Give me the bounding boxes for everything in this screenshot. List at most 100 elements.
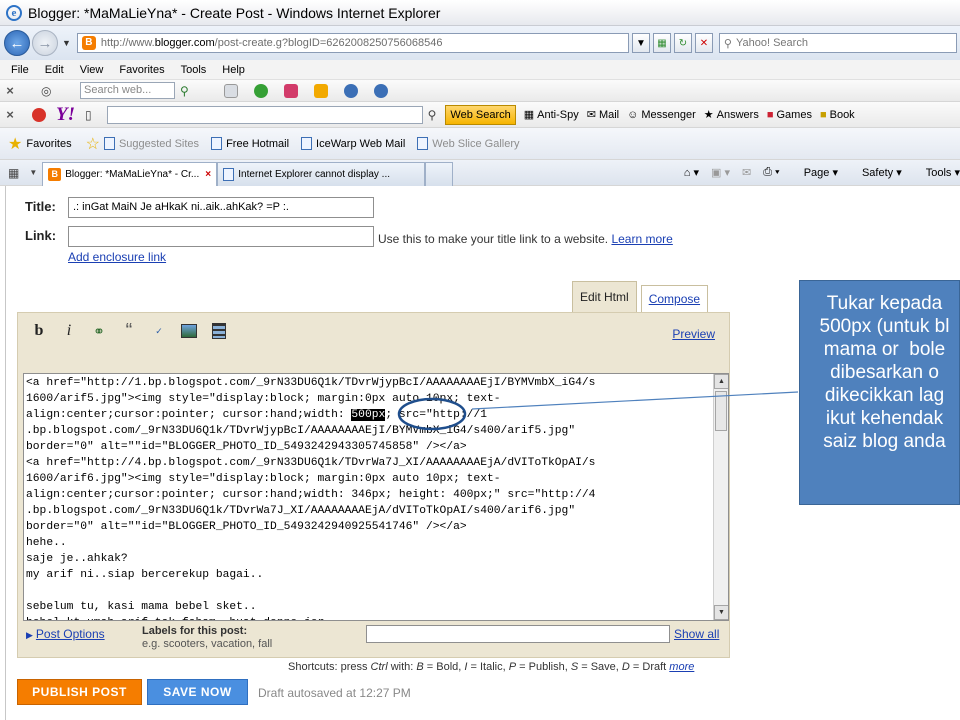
- answers-button[interactable]: ★ Answers: [704, 108, 759, 122]
- yahoo-logo-icon[interactable]: Y!: [56, 104, 75, 126]
- toolbar-search-input[interactable]: Search web...: [80, 82, 175, 99]
- back-button[interactable]: ←: [4, 30, 30, 56]
- safety-menu[interactable]: Safety ▾: [850, 166, 902, 179]
- link-label: Link:: [25, 228, 57, 243]
- tab-blogger[interactable]: B Blogger: *MaMaLieYna* - Cr... ×: [42, 161, 218, 186]
- address-bar: ← → ▼ B http://www. blogger.com/post-crea…: [0, 26, 960, 60]
- bookmarks-button[interactable]: ■ Book: [820, 109, 855, 121]
- learn-more-link[interactable]: Learn more: [611, 232, 672, 246]
- tab-list-icon[interactable]: ▼: [29, 168, 37, 177]
- compatibility-view-icon[interactable]: ▦: [652, 33, 671, 53]
- forward-button[interactable]: →: [32, 30, 58, 56]
- read-mail-icon[interactable]: ✉: [742, 166, 751, 179]
- browser-search-input[interactable]: ⚲ Yahoo! Search: [718, 33, 957, 53]
- stop-icon[interactable]: ✕: [694, 33, 713, 53]
- editor-mode-tabs: Edit Html Compose: [572, 281, 709, 313]
- menu-favorites[interactable]: Favorites: [119, 64, 164, 76]
- link-input[interactable]: [68, 226, 374, 247]
- mail-label: Mail: [598, 108, 620, 121]
- page-menu-label: Page: [803, 167, 830, 179]
- toolbar-add-icon[interactable]: [253, 83, 268, 98]
- add-favorite-icon[interactable]: ☆: [86, 134, 100, 154]
- shortcuts-ctrl: Ctrl: [370, 661, 388, 673]
- shortcuts-more-link[interactable]: more: [669, 661, 694, 673]
- tools-menu[interactable]: Tools ▾: [914, 166, 960, 179]
- close-toolbar-icon[interactable]: ×: [0, 83, 20, 98]
- window-title-bar: e Blogger: *MaMaLieYna* - Create Post - …: [0, 0, 960, 26]
- post-options-toggle[interactable]: ▶ Post Options: [26, 627, 105, 641]
- editor-toolbar: b i ⚭ “ ✓: [28, 320, 238, 342]
- toolbar-search-icon[interactable]: ⚲: [180, 84, 189, 98]
- tab-edit-html[interactable]: Edit Html: [572, 281, 637, 313]
- publish-post-button[interactable]: PUBLISH POST: [17, 679, 142, 705]
- web-search-button[interactable]: Web Search: [445, 104, 516, 125]
- url-field[interactable]: B http://www. blogger.com/post-create.g?b…: [76, 33, 629, 53]
- shortcut-italic: = Italic,: [467, 661, 509, 673]
- scroll-down-icon[interactable]: ▼: [714, 605, 728, 620]
- favorites-button[interactable]: Favorites: [26, 138, 71, 150]
- games-button[interactable]: ■ Games: [767, 109, 812, 121]
- scroll-thumb[interactable]: [715, 391, 727, 431]
- menu-help[interactable]: Help: [222, 64, 245, 76]
- favorite-free-hotmail[interactable]: Free Hotmail: [211, 137, 289, 150]
- menu-bar: File Edit View Favorites Tools Help: [0, 60, 960, 80]
- url-prefix: http://www.: [100, 37, 155, 49]
- url-dropdown-icon[interactable]: ▼: [631, 33, 650, 53]
- image-icon[interactable]: [178, 321, 200, 341]
- mail-button[interactable]: ✉ Mail: [587, 108, 620, 122]
- shortcut-draft: = Draft: [629, 661, 670, 673]
- yahoo-page-icon[interactable]: ▯: [85, 108, 92, 122]
- anti-spy-icon: ▦: [523, 109, 535, 121]
- history-dropdown-icon[interactable]: ▼: [62, 38, 71, 48]
- toolbar-sort-icon[interactable]: [313, 83, 328, 98]
- italic-icon[interactable]: i: [58, 321, 80, 341]
- home-icon[interactable]: ⌂ ▾: [684, 166, 699, 179]
- favorite-web-slice-gallery[interactable]: Web Slice Gallery: [417, 137, 520, 150]
- yahoo-search-input[interactable]: [106, 105, 423, 124]
- save-now-button[interactable]: SAVE NOW: [147, 679, 248, 705]
- tab-ie-error[interactable]: Internet Explorer cannot display ...: [217, 161, 426, 186]
- chrome-frame-icon[interactable]: [32, 107, 46, 122]
- html-code-content[interactable]: <a href="http://1.bp.blogspot.com/_9rN33…: [26, 375, 714, 620]
- favorites-star-icon[interactable]: ★: [8, 134, 22, 154]
- spellcheck-icon[interactable]: ✓: [148, 321, 170, 341]
- menu-tools[interactable]: Tools: [181, 64, 207, 76]
- video-icon[interactable]: [208, 321, 230, 341]
- labels-label: Labels for this post:: [142, 625, 248, 637]
- quick-tabs-icon[interactable]: ▦: [8, 166, 19, 180]
- close-yahoo-toolbar-icon[interactable]: ×: [0, 107, 20, 122]
- add-enclosure-link[interactable]: Add enclosure link: [68, 250, 166, 264]
- bold-icon[interactable]: b: [28, 321, 50, 341]
- menu-view[interactable]: View: [80, 64, 104, 76]
- refresh-icon[interactable]: ↻: [673, 33, 692, 53]
- favorite-suggested-sites[interactable]: Suggested Sites: [103, 137, 199, 150]
- link-icon[interactable]: ⚭: [88, 321, 110, 341]
- menu-edit[interactable]: Edit: [45, 64, 64, 76]
- toolbar-bookmark-icon[interactable]: [223, 83, 238, 98]
- tab-compose[interactable]: Compose: [640, 285, 709, 313]
- menu-file[interactable]: File: [11, 64, 29, 76]
- toolbar-help-icon[interactable]: [373, 83, 388, 98]
- preview-link[interactable]: Preview: [672, 327, 715, 341]
- print-icon[interactable]: ⎙ ▾: [763, 166, 779, 179]
- code-scrollbar[interactable]: ▲ ▼: [713, 374, 728, 620]
- labels-input[interactable]: [366, 625, 670, 643]
- title-label: Title:: [25, 199, 56, 214]
- scroll-up-icon[interactable]: ▲: [714, 374, 728, 389]
- yahoo-search-icon[interactable]: ⚲: [428, 108, 437, 122]
- post-options-label: Post Options: [35, 627, 105, 641]
- toolbar-shield-icon[interactable]: [283, 83, 298, 98]
- page-left-border: [5, 186, 6, 720]
- anti-spy-button[interactable]: ▦ Anti-Spy: [523, 108, 579, 122]
- page-menu[interactable]: Page ▾: [792, 166, 838, 179]
- new-tab-button[interactable]: [425, 161, 454, 186]
- toolbar-power-icon[interactable]: [343, 83, 358, 98]
- quote-icon[interactable]: “: [118, 320, 140, 342]
- show-all-labels-link[interactable]: Show all: [674, 627, 719, 641]
- feeds-icon[interactable]: ▣ ▾: [711, 166, 730, 179]
- title-input[interactable]: .: inGat MaiN Je aHkaK ni..aik..ahKak? =…: [68, 197, 374, 218]
- favorite-icewarp[interactable]: IceWarp Web Mail: [301, 137, 405, 150]
- html-code-textarea[interactable]: <a href="http://1.bp.blogspot.com/_9rN33…: [23, 373, 729, 621]
- close-tab-icon[interactable]: ×: [205, 169, 211, 180]
- messenger-button[interactable]: ☺ Messenger: [627, 109, 696, 121]
